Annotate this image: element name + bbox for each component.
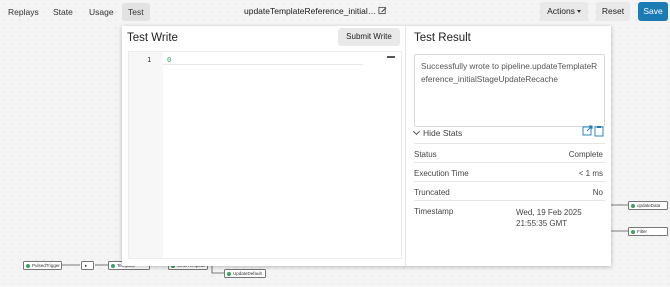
stat-value: Wed, 19 Feb 2025 21:55:35 GMT (516, 208, 582, 228)
status-dot-icon (111, 264, 115, 268)
status-dot-icon (631, 230, 635, 234)
test-write-section: Test Write Submit Write 1 0 (122, 26, 405, 266)
submit-write-button[interactable]: Submit Write (338, 28, 400, 46)
node-label: updateData (637, 203, 661, 208)
node-label: ▸ (85, 263, 88, 268)
open-external-icon[interactable] (582, 125, 593, 136)
node-label: Filter (637, 229, 647, 234)
status-dot-icon (631, 204, 635, 208)
test-result-section: Test Result Successfully wrote to pipeli… (406, 26, 611, 266)
code-editor[interactable]: 1 0 (128, 51, 402, 259)
pipeline-node[interactable]: PulsedTrigger (23, 261, 62, 270)
result-message: Successfully wrote to pipeline.updateTem… (414, 54, 605, 127)
pipeline-node[interactable]: Filter (628, 227, 668, 236)
active-line-highlight (163, 55, 363, 65)
stat-key: Truncated (414, 188, 450, 197)
node-label: UpdateDefault (233, 271, 262, 276)
code-line[interactable]: 0 (167, 56, 171, 64)
stat-row-timestamp: Timestamp Wed, 19 Feb 2025 21:55:35 GMT (414, 200, 605, 234)
test-write-title: Test Write (127, 32, 178, 44)
stat-value: No (592, 188, 603, 197)
pipeline-node[interactable]: ▸ (81, 261, 94, 270)
editor-scrollbar[interactable] (387, 56, 395, 58)
node-label: PulsedTrigger (32, 263, 60, 268)
chevron-down-icon (412, 127, 421, 136)
stat-value: Complete (568, 150, 603, 159)
line-number: 1 (147, 56, 152, 64)
stat-key: Timestamp (414, 207, 454, 216)
test-result-title: Test Result (414, 32, 471, 44)
stat-key: Execution Time (414, 169, 469, 178)
pipeline-node[interactable]: UpdateDefault (224, 269, 266, 278)
copy-icon[interactable] (594, 126, 604, 137)
editor-gutter: 1 (129, 52, 163, 258)
pipeline-node[interactable]: updateData (628, 201, 668, 210)
test-panel: Test Write Submit Write 1 0 Test Result … (122, 26, 611, 266)
stat-key: Status (414, 150, 437, 159)
stat-value: < 1 ms (578, 169, 603, 178)
stat-actions (582, 125, 604, 137)
hide-stats-label: Hide Stats (423, 128, 463, 138)
status-dot-icon (227, 272, 231, 276)
status-dot-icon (26, 264, 30, 268)
hide-stats-toggle[interactable]: Hide Stats (412, 127, 463, 138)
